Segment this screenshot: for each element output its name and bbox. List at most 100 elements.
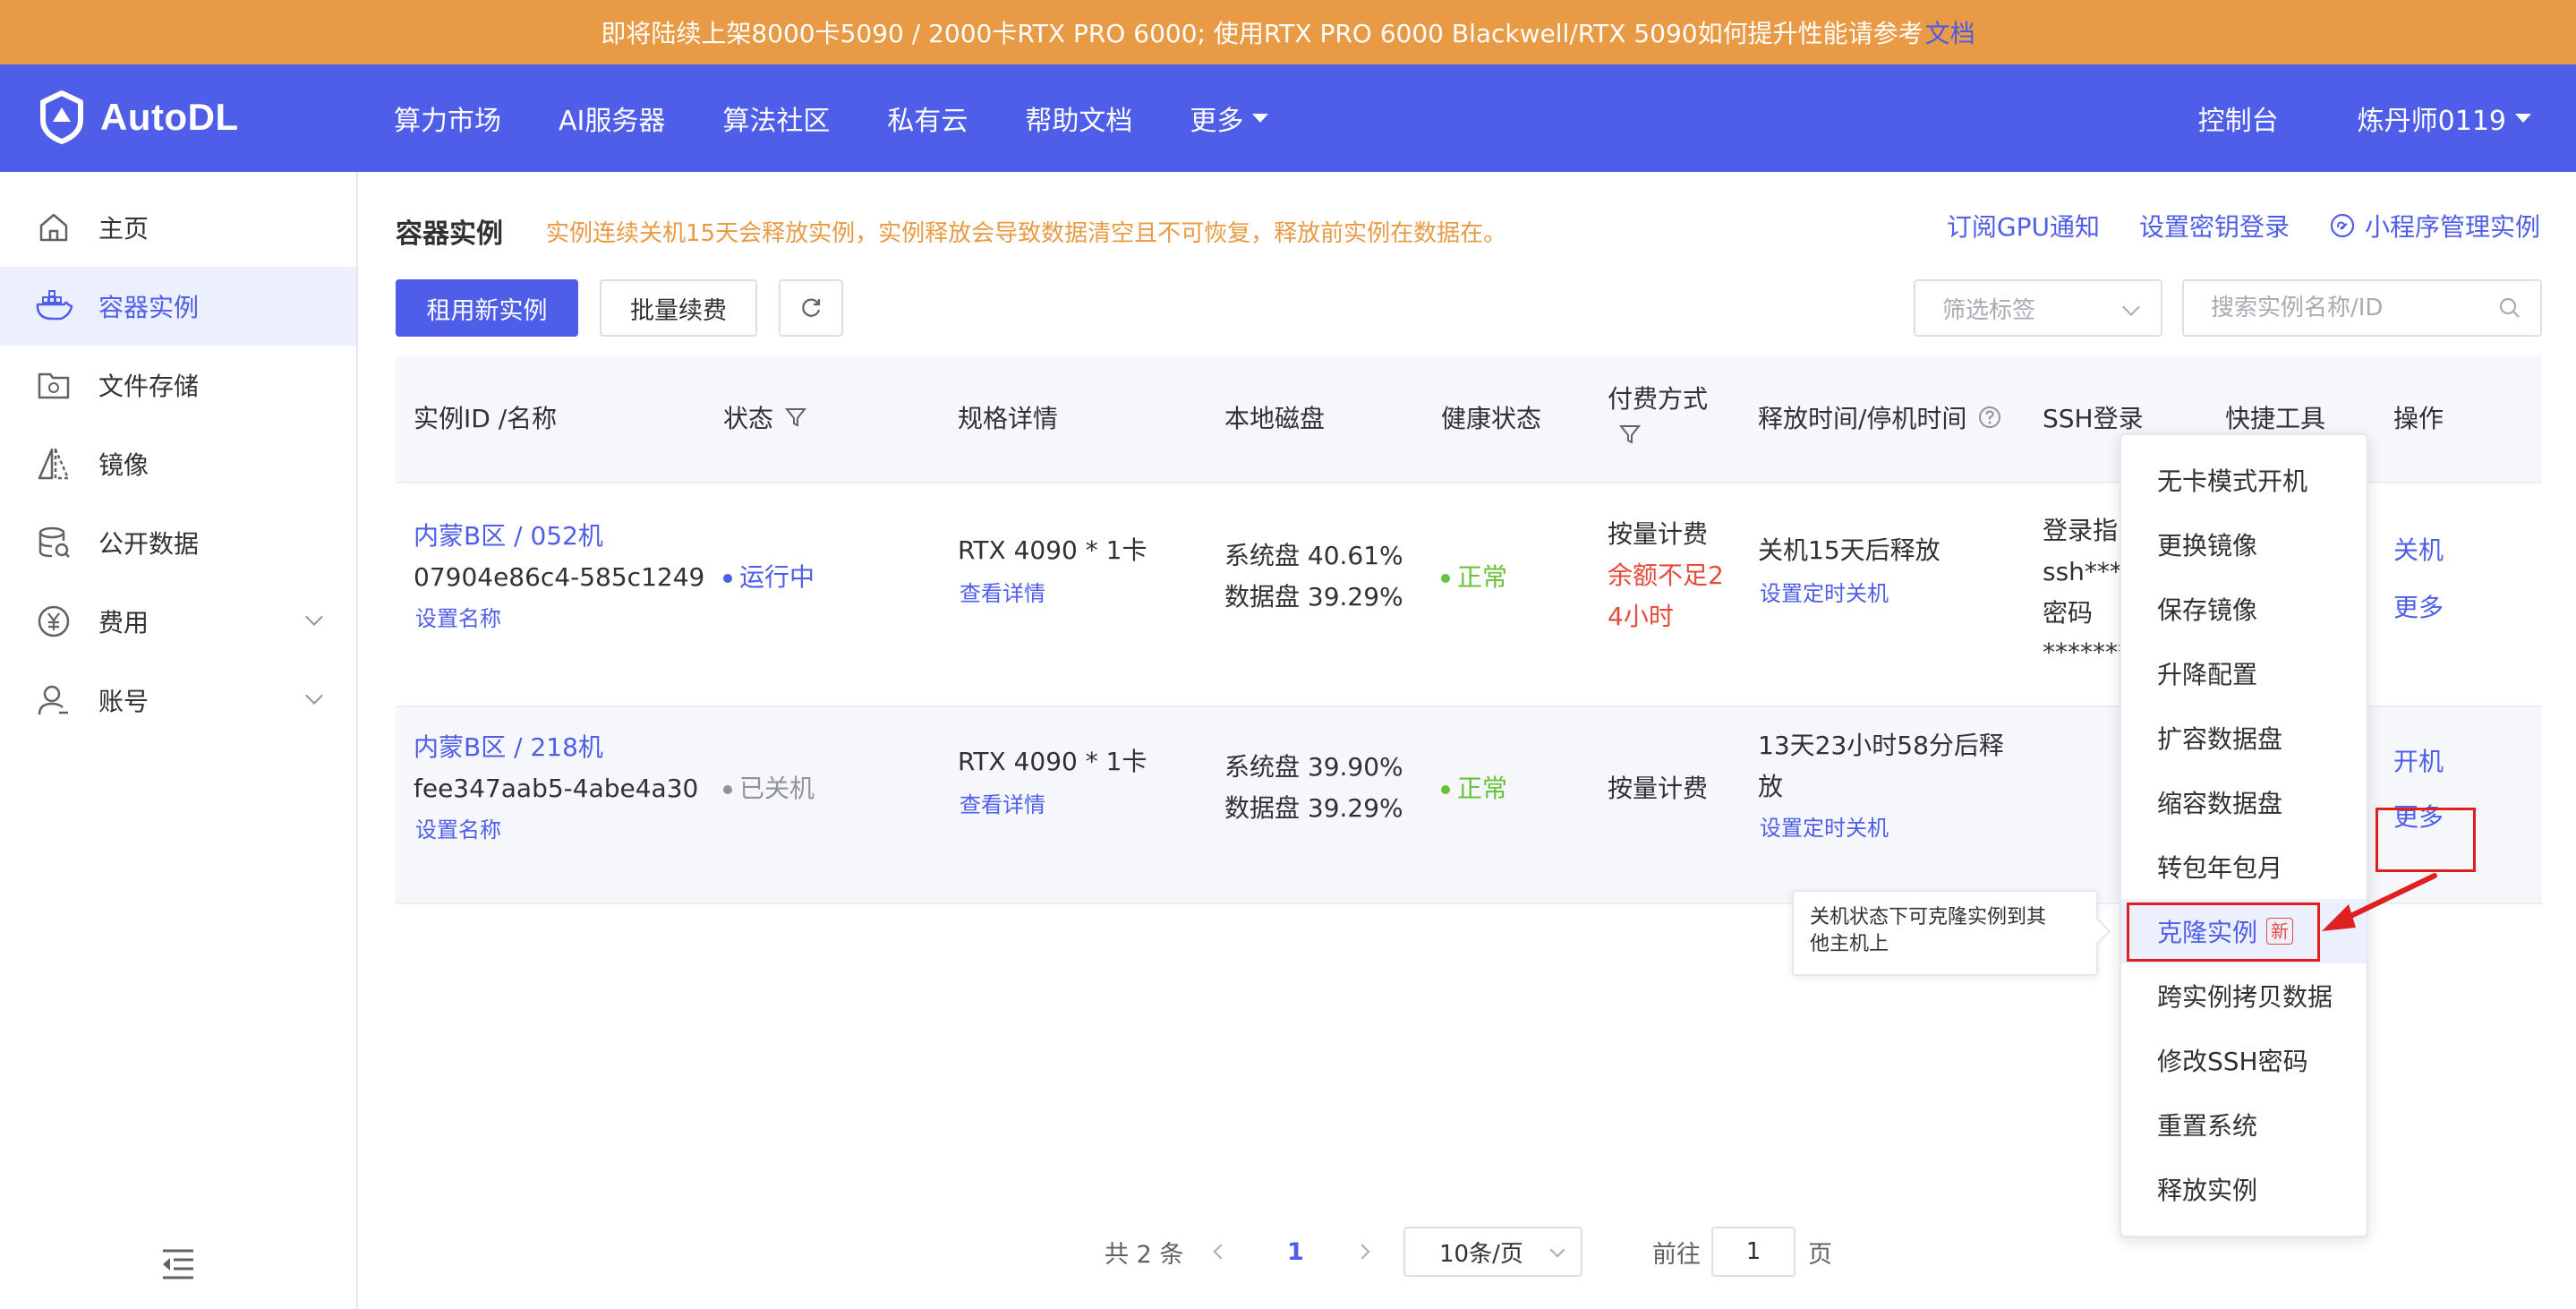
sidebar-item-file-storage[interactable]: 文件存储 [0,346,356,424]
sidebar-item-billing[interactable]: 费用 [0,582,356,661]
health-status: 正常 [1441,557,1507,598]
help-icon[interactable] [1977,405,2002,430]
status-text: 已关机 [739,774,815,803]
menu-item-label: 克隆实例 [2157,918,2258,947]
user-name: 炼丹师0119 [2357,106,2506,137]
user-menu[interactable]: 炼丹师0119 [2358,98,2531,138]
view-details-link[interactable]: 查看详情 [960,573,1045,614]
schedule-shutdown-link[interactable]: 设置定时关机 [1760,573,1889,614]
page-size-select[interactable]: 10条/页 [1403,1227,1582,1277]
more-button[interactable]: 更多 [2393,587,2444,629]
home-icon [34,208,73,247]
tooltip-line: 关机状态下可克隆实例到其 [1810,906,2047,928]
page-size-value: 10条/页 [1439,1240,1523,1268]
caret-down-icon [2515,114,2531,123]
col-actions: 操作 [2393,404,2444,433]
refresh-icon [802,298,821,317]
data-disk-usage: 数据盘 39.29% [1224,793,1403,823]
prev-page-button[interactable] [1213,1225,1229,1279]
set-name-link[interactable]: 设置名称 [415,809,501,851]
menu-item-change-ssh-password[interactable]: 修改SSH密码 [2121,1028,2367,1092]
nav-compute-market[interactable]: 算力市场 [394,98,501,138]
status-dot [723,574,732,583]
page-title: 容器实例 [396,218,503,250]
health-dot [1441,574,1450,583]
console-link[interactable]: 控制台 [2198,98,2279,138]
nav-ai-server[interactable]: AI服务器 [559,98,665,138]
sidebar-item-account[interactable]: 账号 [0,661,356,740]
view-details-link[interactable]: 查看详情 [960,784,1045,826]
instance-region-link[interactable]: 内蒙B区 / 052机 [414,516,603,557]
sidebar-item-image[interactable]: 镜像 [0,424,356,503]
tooltip-line: 他主机上 [1810,933,1889,955]
menu-item-save-image[interactable]: 保存镜像 [2121,577,2367,641]
health-text: 正常 [1457,562,1508,592]
status-badge: 已关机 [723,768,815,809]
col-release-label: 释放时间/停机时间 [1758,404,1967,433]
rent-new-instance-button[interactable]: 租用新实例 [396,279,578,337]
filter-icon[interactable] [784,406,807,429]
set-key-login-link[interactable]: 设置密钥登录 [2139,208,2290,244]
instance-id: fee347aab5-4abe4a30 [414,774,699,803]
menu-item-gpu-less-start[interactable]: 无卡模式开机 [2121,448,2367,512]
spec-text: RTX 4090 * 1卡 [958,747,1147,776]
filter-tag-select[interactable]: 筛选标签 [1914,279,2162,337]
more-button[interactable]: 更多 [2393,797,2444,838]
col-local-disk: 本地磁盘 [1224,404,1326,433]
shutdown-button[interactable]: 关机 [2393,530,2444,571]
new-badge: 新 [2266,918,2294,945]
search-instance-input[interactable] [2182,279,2542,337]
refresh-button[interactable] [779,279,843,337]
power-on-button[interactable]: 开机 [2393,741,2444,783]
ssh-login-guide: 登录指 [2043,516,2119,545]
menu-item-shrink-disk[interactable]: 缩容数据盘 [2121,770,2367,834]
chevron-left-icon [1213,1244,1229,1260]
col-status: 状态 [723,399,807,435]
chevron-down-icon [2122,298,2140,316]
menu-item-reset-system[interactable]: 重置系统 [2121,1092,2367,1157]
main-nav: 算力市场 AI服务器 算法社区 私有云 帮助文档 更多 [394,64,1326,172]
ssh-password-label: 密码 [2043,598,2094,628]
miniprogram-link[interactable]: 小程序管理实例 [2329,208,2540,244]
schedule-shutdown-link[interactable]: 设置定时关机 [1760,808,1889,849]
status-badge: 运行中 [723,557,815,598]
nav-more[interactable]: 更多 [1190,98,1269,138]
menu-item-release-instance[interactable]: 释放实例 [2121,1157,2367,1221]
nav-algorithm-community[interactable]: 算法社区 [722,98,830,138]
sidebar-item-label: 镜像 [98,450,149,480]
nav-private-cloud[interactable]: 私有云 [887,98,968,138]
goto-page-input[interactable] [1711,1227,1796,1277]
chevron-right-icon [1354,1244,1370,1260]
instance-region-link[interactable]: 内蒙B区 / 218机 [414,727,603,768]
brand-logo[interactable]: AutoDL [34,90,239,145]
nav-help-docs[interactable]: 帮助文档 [1025,98,1132,138]
sidebar-item-public-data[interactable]: 公开数据 [0,503,356,582]
menu-item-cross-copy[interactable]: 跨实例拷贝数据 [2121,963,2367,1028]
menu-item-change-config[interactable]: 升降配置 [2121,641,2367,706]
menu-item-expand-disk[interactable]: 扩容数据盘 [2121,706,2367,770]
menu-item-change-image[interactable]: 更换镜像 [2121,512,2367,577]
yen-icon [34,602,73,641]
goto-label: 前往 [1652,1240,1701,1269]
subscribe-gpu-link[interactable]: 订阅GPU通知 [1947,208,2100,244]
filter-icon[interactable] [1618,423,1642,446]
set-name-link[interactable]: 设置名称 [415,598,501,639]
col-tools: 快捷工具 [2225,404,2326,433]
announcement-text: 即将陆续上架8000卡5090 / 2000卡RTX PRO 6000; 使用R… [601,19,1923,48]
sidebar-item-home[interactable]: 主页 [0,188,356,267]
collapse-sidebar-icon[interactable] [159,1248,197,1280]
announcement-doc-link[interactable]: 文档 [1925,14,1975,50]
caret-down-icon [1252,114,1269,123]
announcement-banner: 即将陆续上架8000卡5090 / 2000卡RTX PRO 6000; 使用R… [0,0,2576,64]
page-number-1[interactable]: 1 [1287,1225,1304,1279]
next-page-button[interactable] [1354,1225,1370,1279]
sidebar-item-container[interactable]: 容器实例 [0,267,356,346]
container-icon [34,287,73,326]
autodl-logo-icon [40,90,83,144]
payment-method: 按量计费 [1608,519,1709,549]
batch-renew-button[interactable]: 批量续费 [600,279,757,337]
filter-tag-placeholder: 筛选标签 [1942,296,2036,324]
instance-id: 07904e86c4-585c1249 [414,562,705,592]
col-payment: 付费方式 [1608,384,1709,414]
sidebar: 主页 容器实例 文件存储 镜像 公开数据 费用 账号 [0,172,358,1309]
